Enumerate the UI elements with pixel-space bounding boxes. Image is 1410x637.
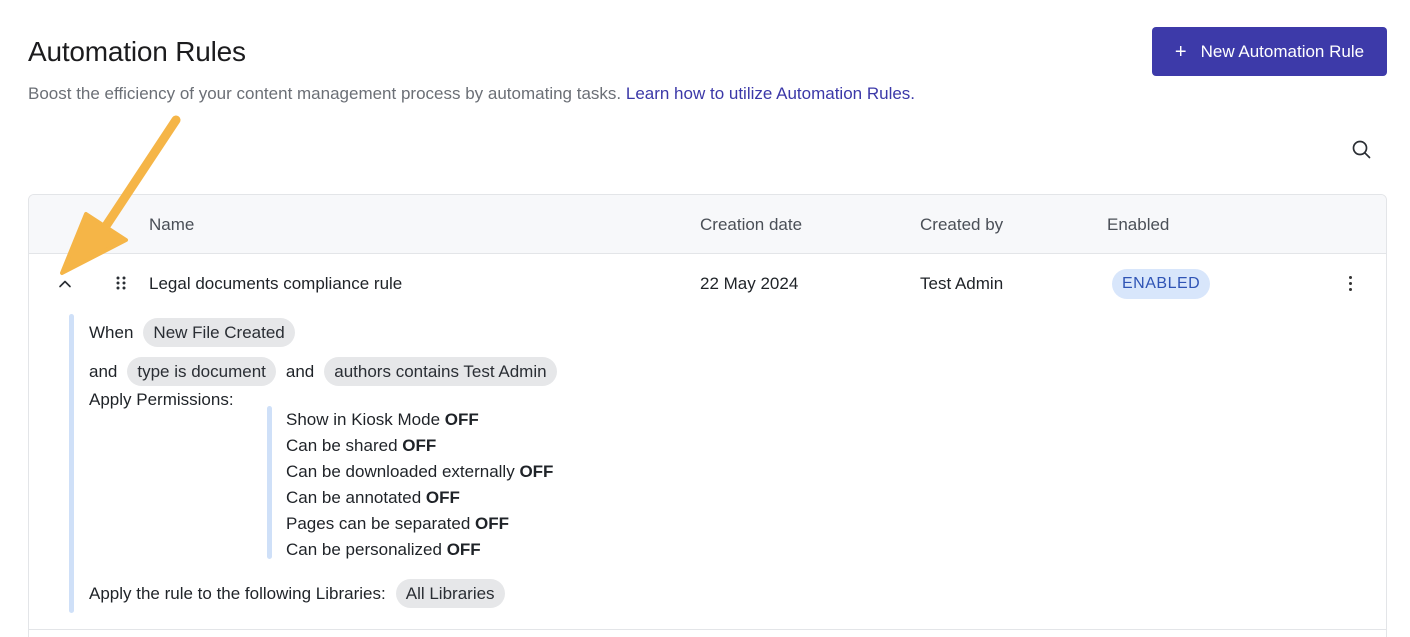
permission-value: OFF: [444, 410, 479, 429]
permission-label: Can be annotated: [286, 488, 422, 507]
trigger-line: When New File Created: [89, 318, 295, 347]
permission-value: OFF: [519, 462, 554, 481]
trigger-chip: New File Created: [143, 318, 295, 347]
condition-chip: authors contains Test Admin: [324, 357, 557, 386]
when-label: When: [89, 322, 134, 342]
new-automation-rule-label: New Automation Rule: [1200, 41, 1365, 61]
chevron-up-icon[interactable]: [57, 276, 73, 292]
permission-label: Can be shared: [286, 436, 398, 455]
page-subtitle: Boost the efficiency of your content man…: [28, 84, 915, 104]
search-icon[interactable]: [1349, 137, 1375, 163]
permission-item: Pages can be separated OFF: [286, 514, 509, 534]
permissions-label-text: Apply Permissions:: [89, 390, 234, 409]
rule-creation-date: 22 May 2024: [700, 274, 799, 293]
condition-chip: type is document: [127, 357, 276, 386]
permission-label: Can be personalized: [286, 540, 442, 559]
learn-more-link[interactable]: Learn how to utilize Automation Rules.: [626, 84, 915, 103]
permissions-label: Apply Permissions:: [89, 390, 234, 410]
more-options-icon[interactable]: [1342, 272, 1358, 294]
permission-label: Pages can be separated: [286, 514, 471, 533]
permissions-accent-bar: [267, 406, 272, 559]
and-label: and: [89, 361, 118, 381]
rule-detail-panel: When New File Created and type is docume…: [69, 314, 1069, 614]
subtitle-text: Boost the efficiency of your content man…: [28, 84, 622, 103]
libraries-label: Apply the rule to the following Librarie…: [89, 583, 386, 603]
table-row[interactable]: Legal documents compliance rule 22 May 2…: [29, 254, 1386, 314]
rule-created-by: Test Admin: [920, 274, 1004, 293]
column-header-name[interactable]: Name: [149, 215, 194, 235]
permission-value: OFF: [425, 488, 460, 507]
automation-rules-table: Name Creation date Created by Enabled Le…: [28, 194, 1387, 637]
permission-value: OFF: [446, 540, 481, 559]
and-label: and: [285, 361, 315, 381]
column-header-creation-date[interactable]: Creation date: [700, 215, 802, 235]
permission-item: Can be shared OFF: [286, 436, 436, 456]
plus-icon: +: [1174, 40, 1187, 63]
conditions-line: and type is document and authors contain…: [89, 357, 557, 386]
permission-item: Can be annotated OFF: [286, 488, 460, 508]
permission-label: Show in Kiosk Mode: [286, 410, 441, 429]
rule-name[interactable]: Legal documents compliance rule: [149, 274, 402, 294]
permission-value: OFF: [402, 436, 437, 455]
permission-item: Can be personalized OFF: [286, 540, 481, 560]
new-automation-rule-button[interactable]: + New Automation Rule: [1152, 27, 1387, 76]
libraries-line: Apply the rule to the following Librarie…: [89, 579, 505, 608]
permission-item: Can be downloaded externally OFF: [286, 462, 553, 482]
libraries-chip: All Libraries: [395, 579, 505, 608]
status-badge: ENABLED: [1112, 269, 1211, 299]
row-divider: [29, 629, 1386, 630]
column-header-created-by[interactable]: Created by: [920, 215, 1003, 235]
drag-handle-icon[interactable]: [115, 274, 127, 292]
permission-label: Can be downloaded externally: [286, 462, 515, 481]
table-header: Name Creation date Created by Enabled: [29, 195, 1386, 254]
column-header-enabled[interactable]: Enabled: [1107, 215, 1169, 235]
detail-accent-bar: [69, 314, 74, 613]
permission-item: Show in Kiosk Mode OFF: [286, 410, 479, 430]
page-title: Automation Rules: [28, 36, 246, 67]
permission-value: OFF: [475, 514, 510, 533]
